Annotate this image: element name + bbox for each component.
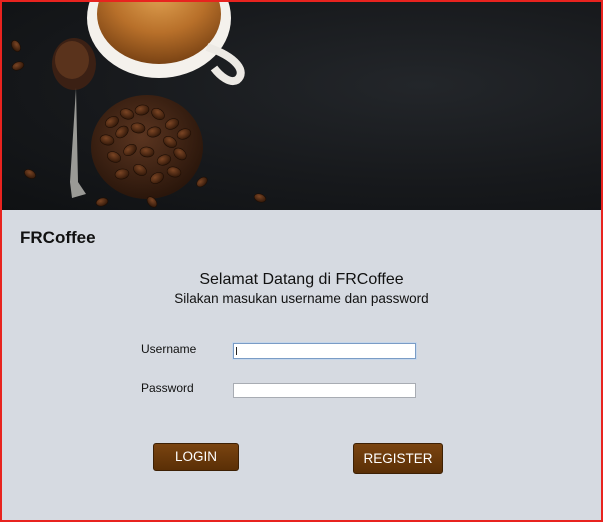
text-cursor [236, 347, 237, 355]
login-button[interactable]: LOGIN [153, 443, 239, 471]
login-instruction: Silakan masukan username dan password [174, 291, 429, 306]
login-window: FRCoffee Selamat Datang di FRCoffee Sila… [0, 0, 603, 522]
app-brand-title: FRCoffee [20, 228, 96, 247]
username-input[interactable] [233, 343, 416, 359]
password-input[interactable] [233, 383, 416, 398]
register-button[interactable]: REGISTER [353, 443, 443, 474]
username-label: Username [141, 342, 197, 356]
coffee-banner-image [2, 2, 601, 210]
welcome-heading: Selamat Datang di FRCoffee [199, 271, 404, 288]
password-label: Password [141, 381, 194, 395]
